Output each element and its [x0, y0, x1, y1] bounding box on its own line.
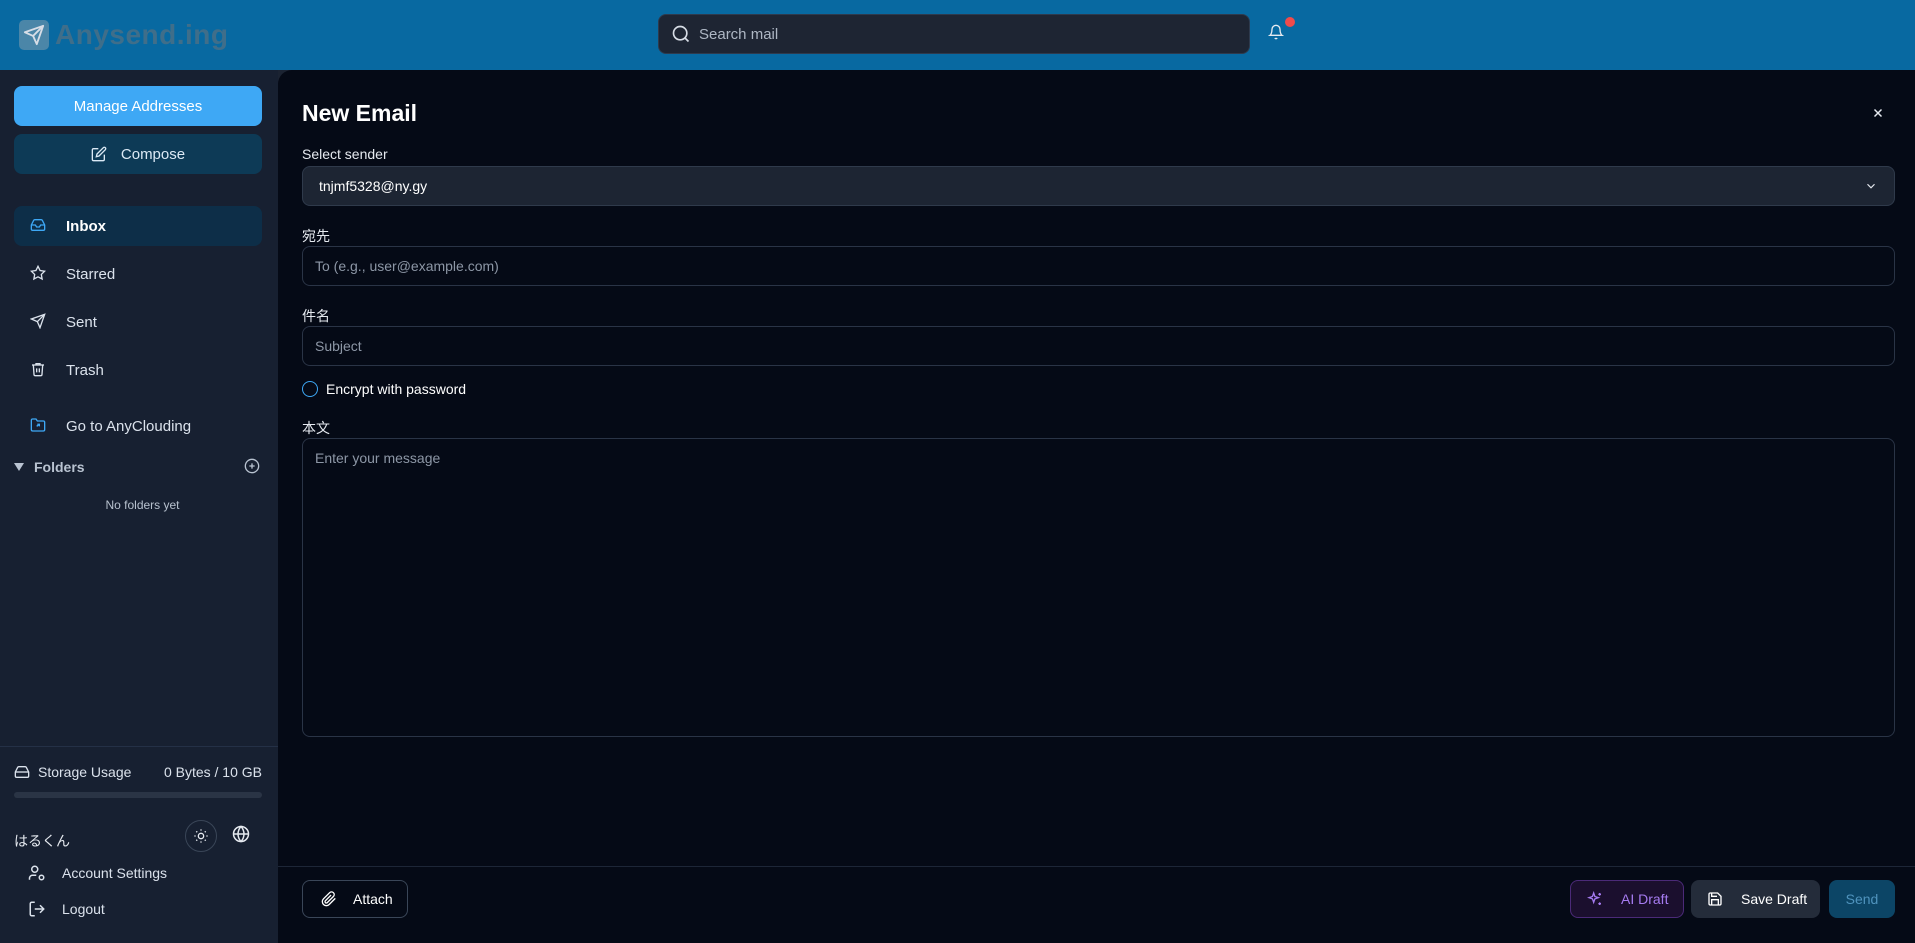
paperclip-icon	[321, 891, 337, 907]
sidebar: Manage Addresses Compose Inbox Starred S…	[0, 70, 278, 943]
sidebar-item-sent[interactable]: Sent	[14, 302, 262, 342]
logout-label: Logout	[62, 901, 105, 917]
account-settings-label: Account Settings	[62, 865, 168, 881]
sidebar-item-label: Trash	[66, 361, 104, 379]
sender-label: Select sender	[302, 146, 388, 162]
paper-plane-icon	[19, 19, 49, 50]
attach-label: Attach	[353, 891, 393, 907]
save-draft-label: Save Draft	[1741, 891, 1808, 907]
ai-draft-button[interactable]: AI Draft	[1570, 880, 1684, 918]
encrypt-radio[interactable]	[302, 381, 318, 397]
to-label: 宛先	[302, 228, 330, 244]
globe-icon[interactable]	[232, 825, 252, 845]
trash-icon	[30, 361, 48, 379]
folders-label: Folders	[34, 459, 85, 475]
to-field[interactable]	[302, 246, 1895, 286]
manage-addresses-button[interactable]: Manage Addresses	[14, 86, 262, 126]
send-button[interactable]: Send	[1829, 880, 1895, 918]
save-icon	[1707, 891, 1723, 907]
triangle-down-icon	[14, 462, 24, 472]
logout-icon	[28, 900, 46, 918]
compose-panel: New Email Select sender tnjmf5328@ny.gy …	[278, 70, 1915, 943]
folder-link-icon	[30, 417, 48, 435]
ai-draft-label: AI Draft	[1621, 891, 1669, 907]
save-draft-button[interactable]: Save Draft	[1691, 880, 1820, 918]
star-icon	[30, 265, 48, 283]
encrypt-option[interactable]: Encrypt with password	[302, 381, 466, 397]
top-bar: Anysend.ing	[0, 0, 1915, 70]
compose-button[interactable]: Compose	[14, 134, 262, 174]
subject-field[interactable]	[302, 326, 1895, 366]
encrypt-label: Encrypt with password	[326, 381, 467, 397]
sidebar-item-inbox[interactable]: Inbox	[14, 206, 262, 246]
user-name: はるくん	[14, 826, 262, 856]
subject-label: 件名	[302, 308, 330, 324]
divider	[278, 866, 1915, 867]
sidebar-item-label: Starred	[66, 265, 116, 283]
compose-label: Compose	[120, 145, 186, 163]
search-input[interactable]	[699, 25, 1199, 43]
divider	[0, 746, 278, 747]
inbox-icon	[30, 217, 48, 235]
chevron-down-icon	[1864, 179, 1878, 193]
bell-icon[interactable]	[1268, 24, 1288, 44]
search-icon	[671, 24, 691, 44]
folders-header[interactable]: Folders	[14, 454, 262, 480]
add-folder-icon[interactable]	[244, 458, 262, 476]
no-folders-text: No folders yet	[105, 498, 180, 512]
account-settings-link[interactable]: Account Settings	[28, 864, 167, 882]
notification-badge	[1285, 17, 1295, 27]
send-icon	[30, 313, 48, 331]
attach-button[interactable]: Attach	[302, 880, 408, 918]
close-icon[interactable]	[1871, 106, 1887, 122]
sidebar-item-label: Go to AnyClouding	[66, 417, 192, 435]
edit-icon	[91, 146, 107, 162]
sender-value: tnjmf5328@ny.gy	[319, 178, 428, 194]
sidebar-item-trash[interactable]: Trash	[14, 350, 262, 390]
app-logo[interactable]: Anysend.ing	[19, 18, 229, 51]
search-bar[interactable]	[658, 14, 1250, 54]
body-label: 本文	[302, 420, 330, 436]
message-body[interactable]	[302, 438, 1895, 737]
sparkles-icon	[1587, 891, 1603, 907]
sidebar-item-starred[interactable]: Starred	[14, 254, 262, 294]
storage-value: 0 Bytes / 10 GB	[163, 764, 262, 780]
page-title: New Email	[302, 100, 418, 126]
sidebar-item-anyclouding[interactable]: Go to AnyClouding	[14, 406, 262, 446]
sidebar-item-label: Inbox	[66, 217, 106, 235]
sidebar-item-label: Sent	[66, 313, 97, 331]
sun-icon	[193, 828, 209, 844]
storage-label: Storage Usage	[38, 764, 132, 780]
theme-toggle-button[interactable]	[185, 820, 217, 852]
username-label: はるくん	[14, 833, 70, 849]
user-settings-icon	[28, 864, 46, 882]
logout-link[interactable]: Logout	[28, 900, 105, 918]
hard-drive-icon	[14, 764, 30, 780]
storage-progress-bar	[14, 792, 262, 798]
app-name: Anysend.ing	[55, 18, 229, 50]
storage-usage: Storage Usage 0 Bytes / 10 GB	[14, 764, 262, 780]
sender-select[interactable]: tnjmf5328@ny.gy	[302, 166, 1895, 206]
